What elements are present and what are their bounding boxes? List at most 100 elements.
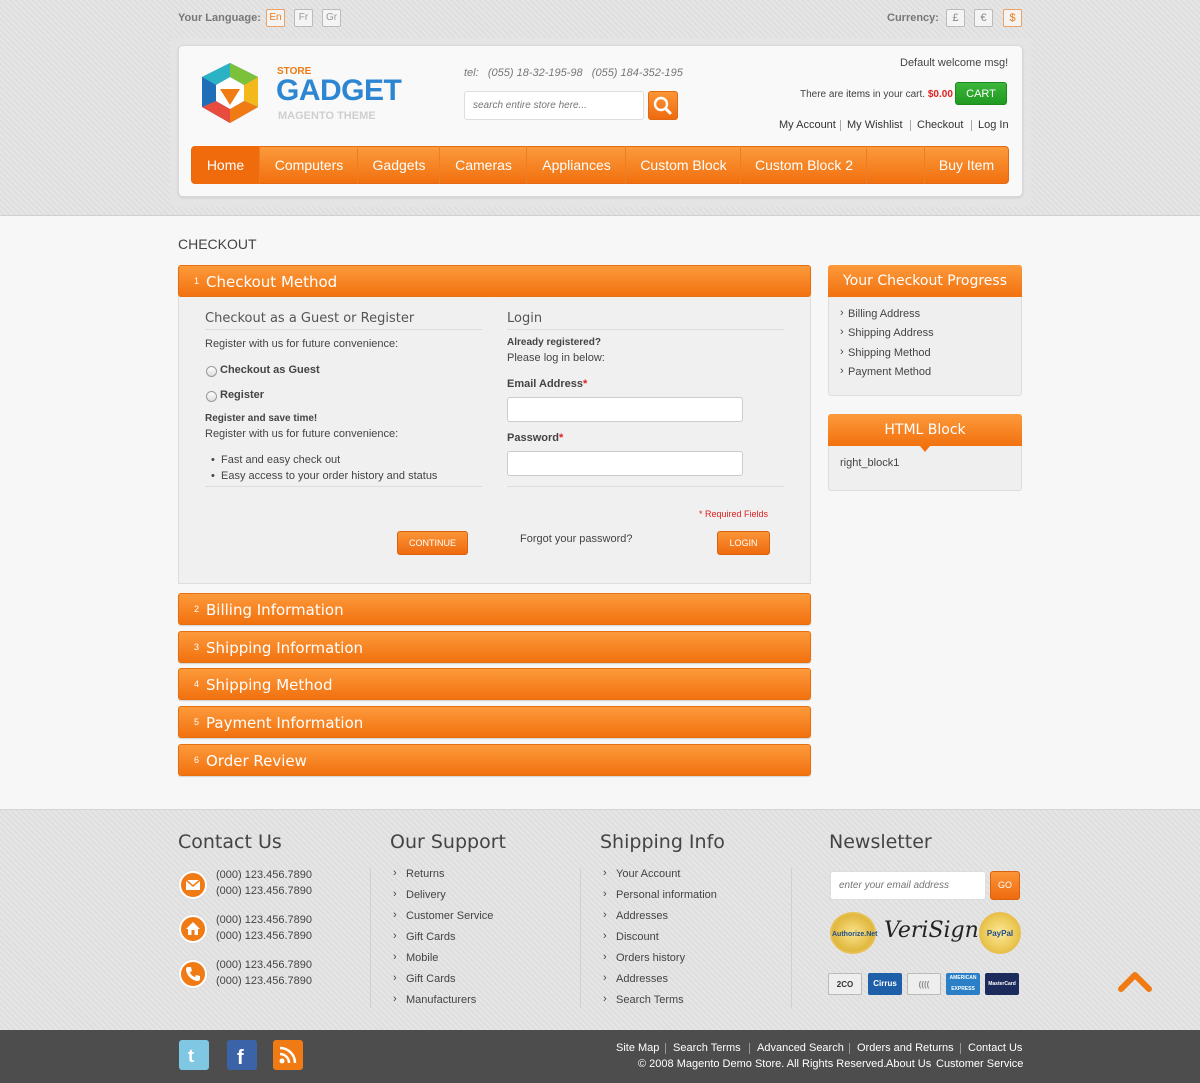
customer-service-link[interactable]: Customer Service (936, 1058, 1023, 1070)
support-link[interactable]: Mobile (406, 952, 438, 964)
paypal-badge: PayPal (979, 912, 1021, 954)
required-fields-note: * Required Fields (699, 509, 769, 519)
password-label: Password* (507, 432, 563, 444)
contact-us-link[interactable]: Contact Us (968, 1042, 1022, 1054)
advanced-search-link[interactable]: Advanced Search (757, 1042, 844, 1054)
shipping-link[interactable]: Personal information (616, 889, 717, 901)
html-block-text: right_block1 (840, 457, 900, 469)
divider (205, 486, 482, 487)
checkout-link[interactable]: Checkout (917, 119, 963, 131)
logo-title[interactable]: GADGET (276, 74, 402, 108)
currency-label: Currency: (887, 12, 939, 24)
language-label: Your Language: (178, 12, 261, 24)
chevron-right-icon: › (840, 326, 844, 338)
support-link[interactable]: Delivery (406, 889, 446, 901)
progress-item: Shipping Address (848, 327, 934, 339)
nav-item-home[interactable]: Home (192, 146, 260, 184)
currency-usd-button[interactable]: $ (1003, 9, 1022, 27)
logo-mark-icon[interactable] (196, 61, 264, 125)
nav-buy-item[interactable]: Buy Item (924, 146, 1008, 184)
shipping-link[interactable]: Addresses (616, 973, 668, 985)
chevron-right-icon: › (393, 888, 397, 900)
support-link[interactable]: Gift Cards (406, 931, 456, 943)
language-en-button[interactable]: En (266, 9, 285, 27)
shipping-link[interactable]: Discount (616, 931, 659, 943)
divider (205, 329, 482, 330)
register-radio[interactable] (206, 391, 217, 402)
support-link[interactable]: Returns (406, 868, 445, 880)
american-express-card-icon: AMERICAN EXPRESS (946, 973, 980, 995)
language-fr-button[interactable]: Fr (294, 9, 313, 27)
my-account-link[interactable]: My Account (779, 119, 836, 131)
phone-number: (000) 123.456.7890 (216, 885, 313, 897)
nav-item-gadgets[interactable]: Gadgets (359, 146, 440, 184)
phone-icon (179, 960, 207, 988)
cart-button[interactable]: CART (955, 82, 1007, 105)
benefit-item: Easy access to your order history and st… (221, 470, 438, 482)
nav-item-cameras[interactable]: Cameras (441, 146, 527, 184)
svg-text:t: t (188, 1046, 194, 1066)
language-gr-button[interactable]: Gr (322, 9, 341, 27)
forgot-password-link[interactable]: Forgot your password? (520, 533, 633, 545)
2co-card-icon: 2CO (828, 973, 862, 995)
cart-amount: $0.00 (927, 89, 953, 100)
chevron-right-icon: › (393, 909, 397, 921)
please-log-in: Please log in below: (507, 352, 605, 364)
register-label[interactable]: Register (220, 389, 264, 401)
login-button[interactable]: LOGIN (717, 531, 770, 555)
chevron-right-icon: › (603, 867, 607, 879)
continue-button[interactable]: CONTINUE (397, 531, 468, 555)
step-title: Billing Information (206, 601, 344, 619)
search-input[interactable] (464, 91, 644, 120)
welcome-message: Default welcome msg! (900, 57, 1009, 69)
step-title: Shipping Information (206, 639, 364, 657)
search-terms-link[interactable]: Search Terms (673, 1042, 741, 1054)
orders-and-returns-link[interactable]: Orders and Returns (857, 1042, 954, 1054)
chevron-right-icon: › (603, 993, 607, 1005)
checkout-as-guest-label[interactable]: Checkout as Guest (220, 364, 320, 376)
benefit-item: Fast and easy check out (221, 454, 341, 466)
currency-gbp-button[interactable]: £ (946, 9, 965, 27)
nav-item-computers[interactable]: Computers (261, 146, 358, 184)
shipping-link[interactable]: Your Account (616, 868, 680, 880)
support-link[interactable]: Customer Service (406, 910, 493, 922)
nav-item-appliances[interactable]: Appliances (528, 146, 626, 184)
required-mark: * (583, 378, 588, 390)
shipping-link[interactable]: Orders history (616, 952, 685, 964)
email-field[interactable] (507, 397, 743, 422)
password-field[interactable] (507, 451, 743, 476)
site-map-link[interactable]: Site Map (616, 1042, 659, 1054)
about-us-link[interactable]: About Us (886, 1058, 931, 1070)
twitter-icon[interactable]: t (179, 1040, 209, 1070)
facebook-icon[interactable]: f (227, 1040, 257, 1070)
step-number: 3 (194, 642, 200, 652)
chevron-right-icon: › (603, 951, 607, 963)
rss-icon[interactable] (273, 1040, 303, 1070)
nav-item-custom-block-2[interactable]: Custom Block 2 (742, 146, 867, 184)
nav-item-custom-block[interactable]: Custom Block (627, 146, 741, 184)
html-block-title: HTML Block (828, 414, 1022, 446)
cart-summary: There are items in your cart. $0.00 (800, 89, 953, 100)
required-mark: * (558, 432, 564, 444)
shipping-link[interactable]: Addresses (616, 910, 668, 922)
newsletter-go-button[interactable]: GO (990, 871, 1020, 900)
currency-eur-button[interactable]: € (974, 9, 993, 27)
link-separator (840, 120, 841, 131)
cart-items-link[interactable]: items (846, 89, 870, 100)
checkout-as-guest-radio[interactable] (206, 366, 217, 377)
mastercard-card-icon: MasterCard (985, 973, 1019, 995)
search-button[interactable] (648, 91, 678, 120)
email-label-text: Email Address (507, 378, 584, 390)
newsletter-email-input[interactable] (830, 871, 986, 900)
my-wishlist-link[interactable]: My Wishlist (847, 119, 903, 131)
log-in-link[interactable]: Log In (978, 119, 1009, 131)
link-separator (665, 1043, 666, 1054)
back-to-top-icon[interactable] (1117, 969, 1153, 993)
support-link[interactable]: Manufacturers (406, 994, 476, 1006)
chevron-right-icon: › (393, 951, 397, 963)
contact-us-heading: Contact Us (178, 831, 282, 853)
support-link[interactable]: Gift Cards (406, 973, 456, 985)
step-number: 4 (194, 679, 200, 689)
shipping-link[interactable]: Search Terms (616, 994, 684, 1006)
cirrus-card-icon: Cirrus (868, 973, 902, 995)
